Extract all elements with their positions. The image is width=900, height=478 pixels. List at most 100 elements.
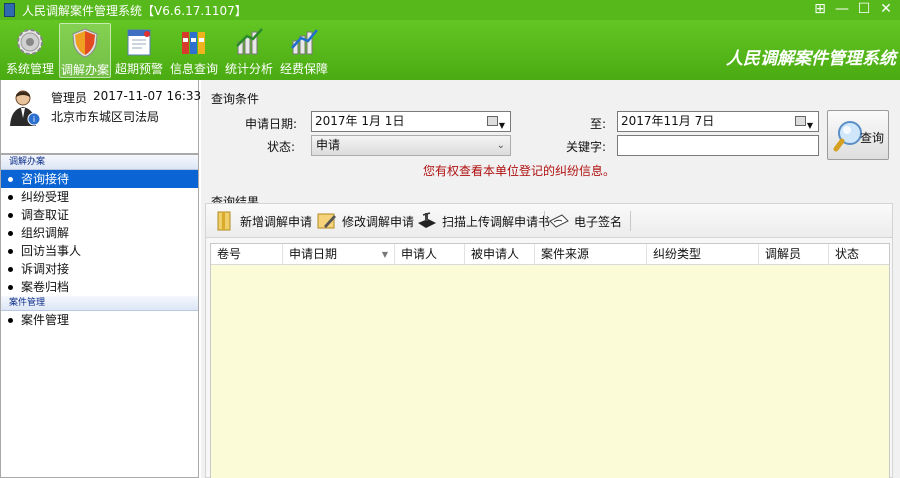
sort-icon: ▼ (381, 250, 388, 259)
toolbar-separator (544, 211, 545, 231)
signature-icon (549, 214, 569, 228)
tool-funding[interactable]: 经费保障 (278, 23, 330, 78)
login-datetime: 2017-11-07 16:33 (93, 89, 202, 103)
binder-icon (217, 211, 231, 231)
tool-information-query[interactable]: 信息查询 (168, 23, 220, 78)
layout-icon[interactable]: ⊞ (812, 1, 828, 17)
edit-application-button[interactable]: 修改调解申请 (316, 209, 414, 233)
tool-overdue-warning[interactable]: 超期预警 (113, 23, 165, 78)
sidebar-item-follow-up[interactable]: 回访当事人 (1, 242, 198, 260)
column-header-dispute-type[interactable]: 纠纷类型 (647, 244, 759, 265)
title-bar: 人民调解案件管理系统【V6.6.17.1107】 ⊞ — ☐ ✕ (0, 0, 900, 20)
calendar-icon (487, 116, 498, 126)
bullet-icon (8, 249, 13, 254)
brand-title: 人民调解案件管理系统 (726, 49, 896, 69)
column-header-mediator[interactable]: 调解员 (759, 244, 829, 265)
column-label: 卷号 (217, 247, 242, 261)
edit-note-icon (317, 213, 336, 229)
scan-upload-label: 扫描上传调解申请书 (442, 214, 551, 229)
maximize-button[interactable]: ☐ (856, 1, 872, 17)
sidebar-item-archive[interactable]: 案卷归档 (1, 278, 198, 296)
search-button[interactable]: 查询 (827, 110, 889, 160)
keyword-label: 关键字: (565, 140, 606, 154)
bullet-icon (8, 213, 13, 218)
sidebar-item-consultation[interactable]: 咨询接待 (1, 170, 198, 188)
results-toolbar: 新增调解申请 修改调解申请 扫描上传调解申请书 电子签名 (206, 204, 892, 238)
bullet-icon (8, 267, 13, 272)
tool-label: 系统管理 (5, 62, 54, 76)
tool-mediation-case[interactable]: 调解办案 (59, 23, 111, 78)
sidebar-item-label: 纠纷受理 (21, 190, 70, 204)
nav-group-title: 案件管理 (1, 296, 198, 311)
column-label: 申请日期 (289, 247, 338, 261)
window-title: 人民调解案件管理系统【V6.6.17.1107】 (22, 4, 247, 18)
main-ribbon: 系统管理 调解办案 超期预警 信息查询 统计分析 经费保障 人民调解案件管理系统 (0, 20, 900, 80)
results-panel: 新增调解申请 修改调解申请 扫描上传调解申请书 电子签名 卷号 申请日期 ▼ 申… (205, 203, 893, 478)
toolbar-separator (630, 211, 631, 231)
sidebar-item-label: 咨询接待 (21, 172, 70, 186)
sidebar-item-label: 调查取证 (21, 208, 70, 222)
column-header-volume-no[interactable]: 卷号 (211, 244, 283, 265)
e-signature-label: 电子签名 (574, 214, 623, 229)
edit-application-label: 修改调解申请 (342, 214, 415, 229)
tool-label: 超期预警 (114, 62, 163, 76)
sidebar-item-investigation[interactable]: 调查取证 (1, 206, 198, 224)
apply-date-label: 申请日期: (245, 117, 298, 131)
nav-group-title: 调解办案 (1, 155, 198, 170)
binders-icon (182, 32, 205, 54)
bar-chart-icon (236, 28, 263, 55)
window-controls: ⊞ — ☐ ✕ (812, 1, 894, 17)
bullet-icon (8, 318, 13, 323)
tool-system-management[interactable]: 系统管理 (4, 23, 56, 78)
column-label: 案件来源 (541, 247, 590, 261)
column-header-apply-date[interactable]: 申请日期 ▼ (283, 244, 395, 265)
apply-date-from-picker[interactable]: 2017年 1月 1日 ▼ (311, 111, 511, 132)
column-label: 状态 (835, 247, 860, 261)
tool-label: 经费保障 (279, 62, 328, 76)
close-button[interactable]: ✕ (878, 1, 894, 17)
apply-date-to-picker[interactable]: 2017年11月 7日 ▼ (617, 111, 819, 132)
minimize-button[interactable]: — (834, 1, 850, 17)
status-value: 申请 (316, 138, 341, 152)
bullet-icon (8, 231, 13, 236)
sidebar-item-litigation-link[interactable]: 诉调对接 (1, 260, 198, 278)
sidebar-item-case-management[interactable]: 案件管理 (1, 311, 198, 329)
sidebar-item-label: 案件管理 (21, 313, 70, 327)
status-select[interactable]: 申请 ⌄ (311, 135, 511, 156)
user-name: 管理员 (51, 91, 88, 105)
calendar-icon (127, 29, 151, 56)
keyword-input[interactable] (617, 135, 819, 156)
svg-text:i: i (33, 115, 35, 124)
bullet-icon (8, 195, 13, 200)
e-signature-button[interactable]: 电子签名 (548, 209, 622, 233)
search-button-label: 查询 (860, 131, 885, 145)
add-application-label: 新增调解申请 (240, 214, 313, 229)
gear-icon (17, 29, 43, 55)
funding-chart-icon (291, 29, 318, 55)
scan-upload-button[interactable]: 扫描上传调解申请书 (416, 209, 550, 233)
tool-statistics[interactable]: 统计分析 (223, 23, 275, 78)
column-header-applicant[interactable]: 申请人 (395, 244, 465, 265)
sidebar-item-organize-mediation[interactable]: 组织调解 (1, 224, 198, 242)
permission-notice: 您有权查看本单位登记的纠纷信息。 (423, 164, 616, 178)
sidebar-item-label: 组织调解 (21, 226, 70, 240)
sidebar-nav: 调解办案 咨询接待 纠纷受理 调查取证 组织调解 回访当事人 诉调对接 案卷归档… (0, 154, 199, 478)
query-section-label: 查询条件 (211, 92, 260, 106)
column-header-case-source[interactable]: 案件来源 (535, 244, 647, 265)
shield-icon (72, 28, 98, 58)
grid-header: 卷号 申请日期 ▼ 申请人 被申请人 案件来源 纠纷类型 调解员 状态 (211, 244, 889, 265)
scanner-icon (418, 212, 436, 228)
tool-label: 信息查询 (169, 62, 218, 76)
column-header-respondent[interactable]: 被申请人 (465, 244, 535, 265)
add-application-button[interactable]: 新增调解申请 (214, 209, 312, 233)
column-header-status[interactable]: 状态 (829, 244, 889, 265)
sidebar-item-dispute-acceptance[interactable]: 纠纷受理 (1, 188, 198, 206)
chevron-down-icon: ▼ (806, 121, 813, 130)
tool-label: 调解办案 (60, 63, 109, 77)
user-info-panel: i 管理员 2017-11-07 16:33 北京市东城区司法局 (0, 80, 202, 154)
tool-label: 统计分析 (224, 62, 273, 76)
status-label: 状态: (266, 140, 295, 154)
sidebar-item-label: 诉调对接 (21, 262, 70, 276)
column-label: 纠纷类型 (653, 247, 702, 261)
column-label: 被申请人 (471, 247, 520, 261)
